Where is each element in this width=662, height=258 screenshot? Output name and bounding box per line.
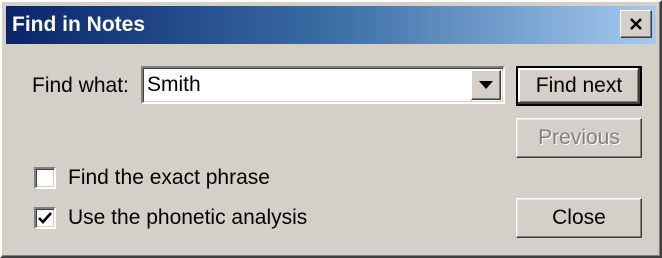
phonetic-analysis-checkbox[interactable]: [34, 207, 56, 229]
find-what-label: Find what:: [32, 74, 129, 97]
dropdown-button[interactable]: [471, 70, 501, 100]
find-what-combobox[interactable]: [141, 66, 505, 104]
checkmark-icon: [38, 212, 52, 224]
find-next-button[interactable]: Find next: [516, 66, 642, 106]
title-bar[interactable]: Find in Notes: [6, 6, 656, 44]
chevron-down-icon: [479, 81, 493, 89]
close-icon: [630, 18, 642, 30]
previous-button[interactable]: Previous: [516, 118, 642, 158]
find-in-notes-dialog: Find in Notes Find what: Find next Previ…: [0, 0, 662, 258]
window-title: Find in Notes: [12, 13, 145, 36]
exact-phrase-checkbox[interactable]: [34, 167, 56, 189]
exact-phrase-label[interactable]: Find the exact phrase: [68, 166, 270, 190]
title-close-button[interactable]: [620, 10, 652, 38]
find-what-input[interactable]: [147, 71, 467, 99]
close-button[interactable]: Close: [516, 198, 642, 238]
phonetic-analysis-label[interactable]: Use the phonetic analysis: [68, 206, 307, 230]
